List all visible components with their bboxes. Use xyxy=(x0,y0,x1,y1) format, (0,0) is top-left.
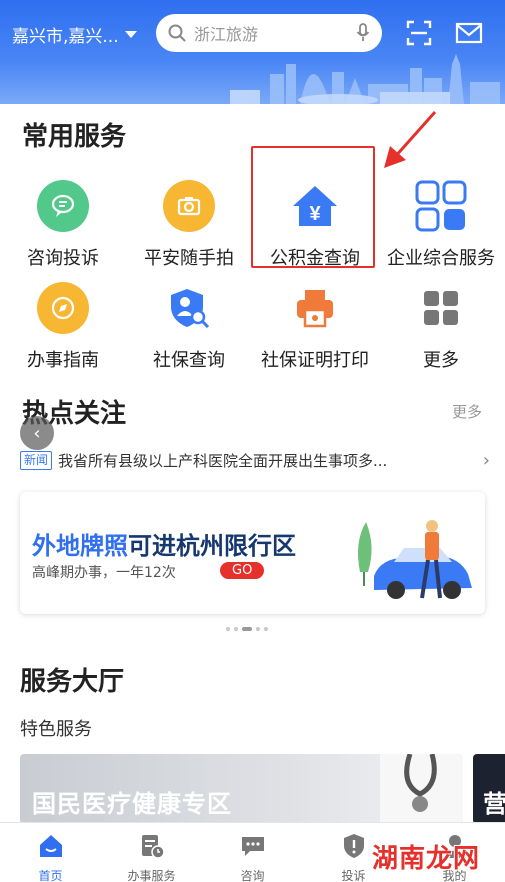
stethoscope-illustration xyxy=(380,754,463,824)
tab-home[interactable]: 首页 xyxy=(0,823,101,882)
promo-banner[interactable]: 外地牌照可进杭州限行区 高峰期办事，一年12次 GO xyxy=(20,492,485,614)
banner-title-part1: 外地牌照 xyxy=(32,532,128,560)
message-icon xyxy=(241,837,264,856)
scan-icon[interactable] xyxy=(404,18,434,48)
shield-alert-icon xyxy=(343,834,364,858)
tab-label: 咨询 xyxy=(240,869,265,882)
service-label: 办事指南 xyxy=(27,350,99,371)
service-enterprise[interactable]: 企业综合服务 xyxy=(378,180,504,270)
mail-icon[interactable] xyxy=(454,18,484,48)
grid-four-icon xyxy=(415,180,467,232)
home-icon xyxy=(39,835,62,857)
tab-consult[interactable]: 咨询 xyxy=(202,823,303,882)
tab-label: 首页 xyxy=(38,869,63,882)
service-hall-title: 服务大厅 xyxy=(20,667,125,697)
car-person-illustration xyxy=(358,520,472,599)
carousel-dot xyxy=(264,627,268,631)
service-label: 更多 xyxy=(423,350,459,371)
location-selector[interactable]: 嘉兴市,嘉兴... xyxy=(12,22,137,47)
search-placeholder: 浙江旅游 xyxy=(194,25,259,44)
service-social-security-print[interactable]: 社保证明打印 xyxy=(252,282,378,372)
health-zone-label: 国民医疗健康专区 xyxy=(32,790,232,818)
printer-icon xyxy=(289,282,341,334)
service-label: 平安随手拍 xyxy=(144,248,234,269)
featured-services-subtitle: 特色服务 xyxy=(20,719,92,740)
red-arrow-annotation xyxy=(384,111,437,168)
service-guide[interactable]: 办事指南 xyxy=(0,282,126,372)
banner-title-part2: 可进杭州限行区 xyxy=(128,532,296,560)
business-zone-label: 营 xyxy=(483,790,505,818)
more-grid-icon xyxy=(415,282,467,334)
location-label: 嘉兴市,嘉兴... xyxy=(12,27,119,47)
watermark-logo: 湖南龙网 xyxy=(372,844,481,874)
camera-icon xyxy=(163,180,215,232)
document-clock-icon xyxy=(141,835,165,859)
search-bar[interactable]: 浙江旅游 xyxy=(156,14,382,52)
banner-go-button[interactable]: GO xyxy=(220,562,265,579)
common-services-title: 常用服务 xyxy=(22,122,127,152)
compass-icon xyxy=(37,282,89,334)
news-tag-badge: 新闻 xyxy=(20,450,53,470)
news-headline: 我省所有县级以上产科医院全面开展出生事项多... xyxy=(58,451,388,470)
chevron-right-icon: › xyxy=(482,449,490,471)
microphone-icon[interactable] xyxy=(356,23,370,43)
tab-services[interactable]: 办事服务 xyxy=(101,823,202,882)
carousel-dot xyxy=(256,627,260,631)
carousel-dot xyxy=(234,627,238,631)
news-item[interactable]: 新闻 我省所有县级以上产科医院全面开展出生事项多... › xyxy=(20,447,490,473)
caret-down-icon xyxy=(124,31,137,38)
hot-topics-more-link[interactable]: 更多 xyxy=(452,401,482,422)
service-social-security[interactable]: 社保查询 xyxy=(126,282,252,372)
service-label: 社保证明打印 xyxy=(261,350,369,371)
service-more[interactable]: 更多 xyxy=(378,282,504,372)
service-label: 社保查询 xyxy=(153,350,225,371)
tab-label: 办事服务 xyxy=(127,869,176,882)
chat-bubble-icon xyxy=(37,180,89,232)
carousel-indicator xyxy=(226,627,268,631)
banner-title: 外地牌照可进杭州限行区 xyxy=(32,526,296,561)
service-safety-photo[interactable]: 平安随手拍 xyxy=(126,180,252,270)
business-zone-card[interactable]: 营 xyxy=(473,754,505,824)
service-label: 企业综合服务 xyxy=(387,248,495,269)
service-label: 咨询投诉 xyxy=(27,248,99,269)
health-zone-card[interactable]: 国民医疗健康专区 xyxy=(20,754,463,824)
carousel-prev-button[interactable]: ‹ xyxy=(20,416,54,450)
banner-subtitle: 高峰期办事，一年12次 xyxy=(32,565,176,581)
carousel-dot xyxy=(226,627,230,631)
shield-search-icon xyxy=(163,282,215,334)
top-header: 嘉兴市,嘉兴... 浙江旅游 xyxy=(0,0,505,104)
carousel-dot-active xyxy=(242,627,252,631)
chevron-left-icon: ‹ xyxy=(33,422,41,444)
search-icon xyxy=(168,24,186,42)
service-complaint-consult[interactable]: 咨询投诉 xyxy=(0,180,126,270)
annotation-highlight-box xyxy=(251,146,375,268)
